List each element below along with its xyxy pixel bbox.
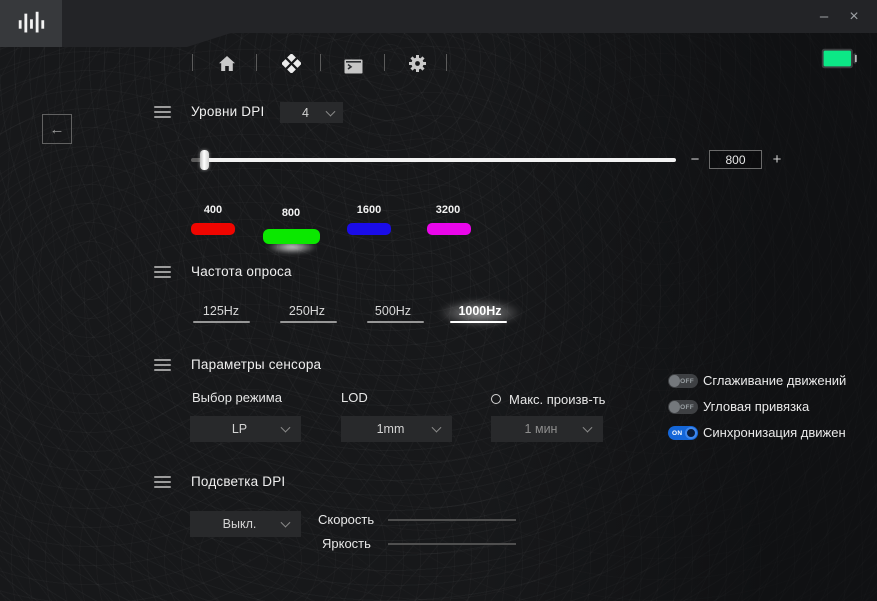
minimize-button[interactable]: –	[809, 0, 839, 33]
speed-slider[interactable]	[388, 519, 516, 521]
chevron-down-icon	[583, 423, 593, 433]
toggle-knob	[685, 427, 697, 439]
dpi-decrease-button[interactable]: −	[688, 150, 702, 168]
max-performance-radio[interactable]	[491, 394, 501, 404]
back-button[interactable]: ←	[42, 114, 72, 144]
close-button[interactable]: ×	[839, 0, 869, 33]
dpi-levels-value: 4	[302, 106, 309, 120]
dpi-slider-track[interactable]	[201, 158, 676, 162]
toggle-knob	[669, 375, 680, 387]
home-icon[interactable]	[217, 53, 237, 73]
logo-bars-icon	[15, 8, 47, 40]
motion-sync-label: Синхронизация движен	[703, 425, 846, 440]
dpi-preset-swatch-3200[interactable]	[427, 223, 471, 235]
mode-select-label: Выбор режима	[192, 390, 282, 405]
max-performance-label: Макс. произв-ть	[509, 392, 605, 407]
angle-snapping-toggle[interactable]: OFF	[668, 400, 698, 414]
nav-separator	[192, 54, 193, 71]
polling-option-1000-selected[interactable]: 1000Hz	[435, 304, 525, 318]
terminal-icon[interactable]	[343, 56, 363, 76]
chevron-down-icon	[432, 423, 442, 433]
toggle-state: ON	[672, 430, 682, 437]
polling-underline	[280, 321, 337, 323]
lod-label: LOD	[341, 390, 368, 405]
sensor-section-title: Параметры сенсора	[191, 357, 321, 372]
dpi-diamond-icon[interactable]	[281, 53, 301, 73]
nav-separator	[384, 54, 385, 71]
backlight-mode-select[interactable]: Выкл.	[190, 511, 301, 537]
app-logo	[0, 0, 62, 47]
polling-section-title: Частота опроса	[191, 264, 292, 279]
chevron-down-icon	[281, 518, 291, 528]
motion-sync-toggle[interactable]: ON	[668, 426, 698, 440]
dpi-section-handle-icon[interactable]	[154, 106, 171, 118]
motion-smoothing-label: Сглаживание движений	[703, 373, 846, 388]
dpi-value-input[interactable]: 800	[709, 150, 762, 169]
titlebar	[0, 0, 877, 33]
chevron-down-icon	[326, 106, 336, 116]
nav-separator	[446, 54, 447, 71]
mouse-config-window: – ×	[0, 0, 877, 601]
mode-value: LP	[232, 422, 247, 436]
dpi-preset-label: 800	[261, 207, 321, 219]
polling-option-125[interactable]: 125Hz	[176, 304, 266, 318]
titlebar-slant	[187, 33, 231, 47]
nav-separator	[256, 54, 257, 71]
backlight-section-handle-icon[interactable]	[154, 476, 171, 488]
brightness-label: Яркость	[322, 536, 371, 551]
dpi-section-title: Уровни DPI	[191, 104, 264, 119]
max-performance-value: 1 мин	[525, 422, 558, 436]
dpi-preset-swatch-400[interactable]	[191, 223, 235, 235]
lod-value: 1mm	[377, 422, 405, 436]
speed-label: Скорость	[318, 512, 374, 527]
dpi-levels-select[interactable]: 4	[280, 102, 343, 123]
brightness-slider[interactable]	[388, 543, 516, 545]
lod-select[interactable]: 1mm	[341, 416, 452, 442]
dpi-preset-swatch-800-selected[interactable]	[263, 229, 320, 244]
backlight-mode-value: Выкл.	[223, 517, 257, 531]
nav-separator	[320, 54, 321, 71]
dpi-preset-label: 1600	[339, 204, 399, 216]
backlight-section-title: Подсветка DPI	[191, 474, 285, 489]
polling-underline	[193, 321, 250, 323]
max-performance-select[interactable]: 1 мин	[491, 416, 603, 442]
polling-option-250[interactable]: 250Hz	[262, 304, 352, 318]
settings-gear-icon[interactable]	[407, 53, 427, 73]
dpi-slider-thumb[interactable]	[200, 150, 209, 170]
polling-section-handle-icon[interactable]	[154, 266, 171, 278]
mode-select[interactable]: LP	[190, 416, 301, 442]
polling-underline	[367, 321, 424, 323]
sensor-section-handle-icon[interactable]	[154, 359, 171, 371]
dpi-preset-swatch-1600[interactable]	[347, 223, 391, 235]
polling-underline-selected	[450, 321, 507, 323]
toggle-state: OFF	[680, 378, 694, 385]
dpi-preset-label: 400	[183, 204, 243, 216]
dpi-preset-label: 3200	[418, 204, 478, 216]
toggle-state: OFF	[680, 404, 694, 411]
chevron-down-icon	[281, 423, 291, 433]
polling-option-500[interactable]: 500Hz	[348, 304, 438, 318]
angle-snapping-label: Угловая привязка	[703, 399, 809, 414]
dpi-increase-button[interactable]: +	[770, 150, 784, 168]
toggle-knob	[669, 401, 680, 413]
battery-indicator	[821, 48, 857, 69]
motion-smoothing-toggle[interactable]: OFF	[668, 374, 698, 388]
